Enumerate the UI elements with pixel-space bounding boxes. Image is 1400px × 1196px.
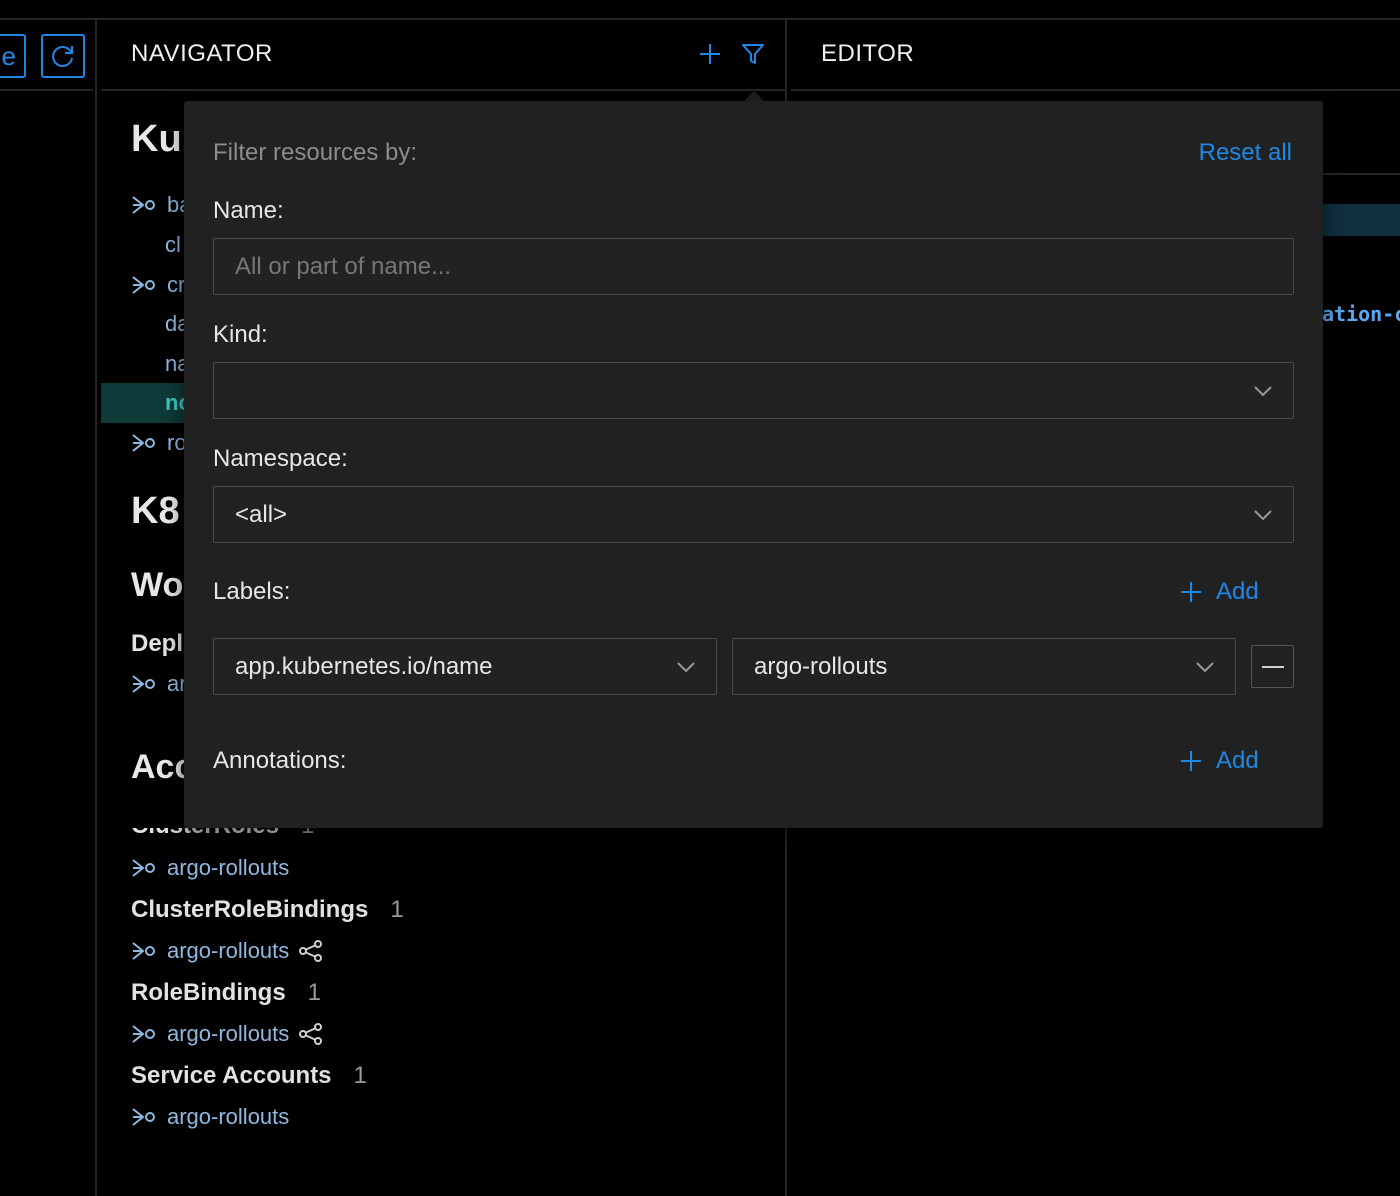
label-value-select[interactable]: argo-rollouts [732, 638, 1236, 695]
kustomize-item-selected[interactable]: nc [131, 387, 191, 419]
group-count: 1 [390, 896, 404, 923]
add-annotation-button[interactable]: Add [1180, 747, 1259, 775]
group-title-label: ClusterRoleBindings [131, 896, 369, 923]
navigator-header-underline [101, 89, 785, 91]
minus-icon [1261, 665, 1284, 669]
filter-heading: Filter resources by: [213, 139, 418, 166]
name-label: Name: [213, 197, 284, 224]
navigator-title: NAVIGATOR [131, 40, 273, 67]
kustomization-icon [131, 274, 157, 296]
group-title-deployments: Depl [131, 630, 184, 657]
add-annotation-text: Add [1216, 747, 1259, 774]
editor-code-fragment: ation-c [1322, 302, 1400, 326]
chevron-down-icon [1253, 505, 1273, 525]
editor-highlight-line [1322, 204, 1400, 236]
group-title-label: Service Accounts [131, 1062, 332, 1089]
toolbar-partial-button[interactable]: e [0, 34, 26, 78]
group-title-service-accounts: Service Accounts 1 [131, 1062, 367, 1090]
resource-item[interactable]: argo-rollouts [131, 1018, 323, 1050]
label-value-value: argo-rollouts [754, 652, 888, 680]
chevron-down-icon [676, 657, 696, 677]
kustomization-icon [131, 1106, 157, 1128]
deployment-item[interactable]: ar [131, 668, 187, 700]
share-icon[interactable] [299, 1023, 323, 1045]
group-count: 1 [353, 1062, 367, 1089]
label-key-value: app.kubernetes.io/name [235, 652, 493, 680]
refresh-icon [50, 43, 76, 69]
add-label-button[interactable]: Add [1180, 578, 1259, 606]
plus-icon [698, 42, 722, 66]
group-title-label: RoleBindings [131, 979, 286, 1006]
kind-label: Kind: [213, 321, 268, 348]
kustomize-item[interactable]: da [131, 308, 189, 340]
labels-label: Labels: [213, 578, 291, 605]
plus-icon [1180, 750, 1202, 772]
label-key-select[interactable]: app.kubernetes.io/name [213, 638, 717, 695]
kustomize-item[interactable]: na [131, 348, 189, 380]
plus-icon [1180, 581, 1202, 603]
left-panel-divider [95, 18, 97, 1196]
kustomize-item[interactable]: ro [131, 427, 187, 459]
toolbar-partial-button-label: e [1, 41, 16, 71]
resource-item[interactable]: argo-rollouts [131, 852, 289, 884]
namespace-label: Namespace: [213, 445, 348, 472]
kustomize-item[interactable]: cl [131, 229, 181, 261]
annotations-label: Annotations: [213, 747, 347, 774]
group-title-clusterrolebindings: ClusterRoleBindings 1 [131, 896, 404, 924]
resource-item-label: argo-rollouts [167, 855, 290, 880]
kustomization-icon [131, 432, 157, 454]
namespace-select-value: <all> [235, 500, 288, 528]
resource-item[interactable]: argo-rollouts [131, 1101, 289, 1133]
section-title-kustomize: Ku [131, 118, 182, 160]
chevron-down-icon [1195, 657, 1215, 677]
chevron-down-icon [1253, 381, 1273, 401]
kustomization-icon [131, 940, 157, 962]
section-title-k8s: K8 [131, 490, 180, 532]
name-input[interactable]: All or part of name... [213, 238, 1294, 295]
name-input-placeholder: All or part of name... [235, 252, 452, 280]
refresh-button[interactable] [41, 34, 85, 78]
toolbar-underline [0, 89, 93, 91]
group-title-rolebindings: RoleBindings 1 [131, 979, 321, 1007]
editor-title: EDITOR [821, 40, 915, 67]
resource-item-label: argo-rollouts [167, 1021, 290, 1046]
section-title-workloads: Wo [131, 566, 184, 604]
add-label-text: Add [1216, 578, 1259, 605]
editor-header-underline [791, 89, 1400, 91]
remove-label-button[interactable] [1251, 645, 1294, 688]
kind-select[interactable] [213, 362, 1294, 419]
kustomization-icon [131, 857, 157, 879]
add-resource-button[interactable] [698, 42, 722, 66]
filter-icon [741, 42, 765, 66]
kustomize-item-label: cl [165, 232, 181, 257]
reset-all-link[interactable]: Reset all [1199, 139, 1292, 167]
kustomization-icon [131, 194, 157, 216]
filter-button[interactable] [741, 42, 765, 66]
kustomize-item[interactable]: ba [131, 189, 191, 221]
kustomize-item-label: cr [167, 272, 186, 297]
top-border [0, 18, 1400, 20]
namespace-select[interactable]: <all> [213, 486, 1294, 543]
editor-tab-underline [1322, 173, 1400, 175]
share-icon[interactable] [299, 940, 323, 962]
kustomize-item[interactable]: cr [131, 269, 185, 301]
resource-item-label: argo-rollouts [167, 1104, 290, 1129]
resource-item-label: argo-rollouts [167, 938, 290, 963]
kustomization-icon [131, 673, 157, 695]
resource-item[interactable]: argo-rollouts [131, 935, 323, 967]
group-count: 1 [307, 979, 322, 1006]
filter-popover: Filter resources by: Reset all Name: All… [184, 101, 1323, 828]
kustomization-icon [131, 1023, 157, 1045]
